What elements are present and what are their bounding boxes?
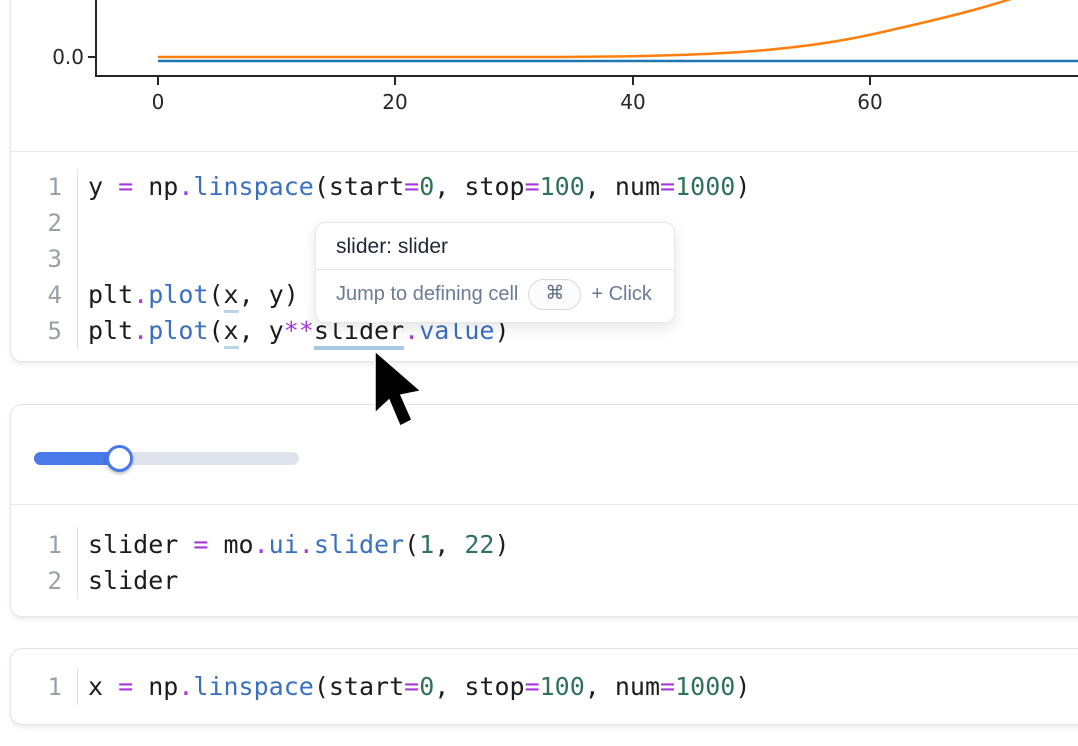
x-tick-label: 0	[152, 90, 165, 114]
x-tick-label: 40	[620, 90, 645, 114]
plot-output-area: 0.0 0 20 40 60	[11, 0, 1078, 152]
line-number: 1	[11, 169, 78, 205]
mouse-cursor-pointer	[373, 351, 433, 437]
y-tick-label: 0.0	[52, 45, 84, 69]
notebook-cell-slider: 1slider = mo.ui.slider(1, 22)2slider	[10, 404, 1078, 617]
line-number: 2	[11, 563, 78, 599]
tooltip-click-suffix: + Click	[591, 283, 652, 306]
code-line[interactable]: 1y = np.linspace(start=0, stop=100, num=…	[11, 169, 1078, 205]
code-text: slider	[78, 563, 178, 599]
cmd-key-badge: ⌘	[528, 279, 581, 310]
code-text: plt.plot(x, y)	[78, 277, 299, 313]
code-line[interactable]: 1slider = mo.ui.slider(1, 22)	[11, 527, 1078, 563]
variable-hover-tooltip: slider: slider Jump to defining cell ⌘ +…	[315, 222, 675, 323]
line-number: 4	[11, 277, 78, 313]
code-text: y = np.linspace(start=0, stop=100, num=1…	[78, 169, 750, 205]
code-line[interactable]: 1x = np.linspace(start=0, stop=100, num=…	[11, 669, 1078, 705]
line-number: 2	[11, 205, 78, 241]
line-number: 5	[11, 313, 78, 349]
matplotlib-chart: 0.0 0 20 40 60	[11, 0, 1078, 152]
notebook-cell-x: 1x = np.linspace(start=0, stop=100, num=…	[10, 648, 1078, 725]
code-text	[78, 241, 88, 277]
line-series-exponential	[158, 0, 1078, 57]
slider-track[interactable]	[34, 452, 299, 465]
tooltip-action-label: Jump to defining cell	[336, 283, 518, 306]
x-tick-label: 20	[382, 90, 407, 114]
tooltip-title: slider: slider	[316, 223, 674, 269]
x-tick-label: 60	[857, 90, 882, 114]
line-number: 1	[11, 527, 78, 563]
reactive-variable: x	[224, 280, 239, 313]
slider-thumb[interactable]	[106, 445, 133, 472]
code-editor-slider[interactable]: 1slider = mo.ui.slider(1, 22)2slider	[11, 505, 1078, 616]
ui-slider-widget[interactable]	[34, 452, 299, 465]
slider-output-area	[11, 405, 1078, 505]
code-editor-x[interactable]: 1x = np.linspace(start=0, stop=100, num=…	[11, 649, 1078, 722]
code-text: slider = mo.ui.slider(1, 22)	[78, 527, 510, 563]
code-text: x = np.linspace(start=0, stop=100, num=1…	[78, 669, 750, 705]
code-line[interactable]: 2slider	[11, 563, 1078, 599]
line-number: 1	[11, 669, 78, 705]
code-text	[78, 205, 88, 241]
line-number: 3	[11, 241, 78, 277]
reactive-variable: x	[224, 316, 239, 349]
